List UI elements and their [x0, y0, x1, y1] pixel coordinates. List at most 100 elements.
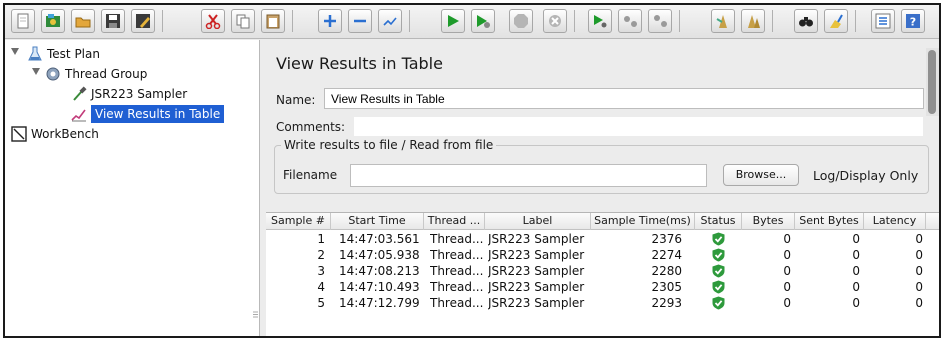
- tree-item-view-results-in-table[interactable]: View Results in Table: [71, 104, 225, 123]
- function-helper-icon[interactable]: [871, 9, 895, 33]
- expand-arrow-icon[interactable]: [11, 48, 19, 55]
- cell-sample-time: 2305: [651, 280, 682, 294]
- cell-sample-time: 2274: [651, 248, 682, 262]
- log-display-only-label[interactable]: Log/Display Only: [813, 168, 918, 183]
- cell-start-time: 14:47:05.938: [339, 248, 420, 262]
- tree-item-label: JSR223 Sampler: [91, 86, 188, 101]
- cell-label: JSR223 Sampler: [488, 264, 585, 278]
- column-header-status[interactable]: Status: [695, 213, 742, 230]
- remote-stop-icon[interactable]: [618, 9, 642, 33]
- graph-icon: [71, 109, 86, 121]
- stop-icon[interactable]: [509, 9, 533, 33]
- start-no-pause-icon[interactable]: [471, 9, 495, 33]
- tree-item-label: View Results in Table: [91, 104, 225, 123]
- expand-icon[interactable]: [318, 9, 342, 33]
- column-header-bytes[interactable]: Bytes: [742, 213, 795, 230]
- cut-icon[interactable]: [201, 9, 225, 33]
- name-field[interactable]: [324, 88, 924, 109]
- cell-sample-number: 4: [317, 280, 325, 294]
- cell-start-time: 14:47:12.799: [339, 296, 420, 310]
- shutdown-icon[interactable]: [543, 9, 567, 33]
- success-shield-icon: [712, 280, 725, 294]
- workbench-icon: [11, 125, 27, 142]
- table-row[interactable]: 3 14:47:08.213 Thread... JSR223 Sampler 2280…: [266, 263, 939, 279]
- column-header-start-time[interactable]: Start Time: [331, 213, 424, 230]
- success-shield-icon: [712, 296, 725, 310]
- success-shield-icon: [712, 232, 725, 246]
- comments-field[interactable]: [353, 116, 924, 137]
- cell-thread: Thread...: [430, 296, 484, 310]
- cell-bytes: 0: [783, 264, 791, 278]
- cell-bytes: 0: [783, 280, 791, 294]
- tree-item-label: Test Plan: [47, 46, 100, 61]
- column-header-sent-bytes[interactable]: Sent Bytes: [795, 213, 864, 230]
- cell-label: JSR223 Sampler: [488, 280, 585, 294]
- remote-start-icon[interactable]: [588, 9, 612, 33]
- cell-label: JSR223 Sampler: [488, 248, 585, 262]
- toolbar: ?: [5, 5, 939, 39]
- tree-item-jsr223-sampler[interactable]: JSR223 Sampler: [71, 84, 187, 103]
- cell-latency: 0: [915, 296, 923, 310]
- tree-item-thread-group[interactable]: Thread Group: [45, 64, 147, 83]
- cell-label: JSR223 Sampler: [488, 296, 585, 310]
- cell-thread: Thread...: [430, 248, 484, 262]
- toggle-icon[interactable]: [378, 9, 402, 33]
- table-row[interactable]: 1 14:47:03.561 Thread... JSR223 Sampler 2376…: [266, 231, 939, 247]
- help-icon[interactable]: ?: [901, 9, 925, 33]
- cell-sample-time: 2376: [651, 232, 682, 246]
- results-panel: View Results in Table Name: Comments: Wr…: [266, 40, 939, 336]
- table-header: Sample # Start Time Thread ... Label Sam…: [266, 213, 939, 230]
- start-icon[interactable]: [441, 9, 465, 33]
- table-row[interactable]: 4 14:47:10.493 Thread... JSR223 Sampler 2305…: [266, 279, 939, 295]
- cell-start-time: 14:47:08.213: [339, 264, 420, 278]
- open-icon[interactable]: [71, 9, 95, 33]
- save-as-icon[interactable]: [131, 9, 155, 33]
- paste-icon[interactable]: [261, 9, 285, 33]
- column-header-sample-time[interactable]: Sample Time(ms): [591, 213, 695, 230]
- cell-thread: Thread...: [430, 264, 484, 278]
- cell-sent-bytes: 0: [852, 232, 860, 246]
- tree-item-label: WorkBench: [31, 126, 99, 141]
- test-plan-icon: [28, 46, 42, 60]
- test-plan-tree: Test Plan Thread Group JSR223 Sampler Vi…: [5, 40, 260, 336]
- cell-thread: Thread...: [430, 280, 484, 294]
- filename-input[interactable]: [350, 164, 707, 187]
- cell-sample-time: 2293: [651, 296, 682, 310]
- expand-arrow-icon[interactable]: [32, 68, 40, 75]
- filename-label: Filename: [283, 168, 338, 182]
- reset-search-icon[interactable]: [824, 9, 848, 33]
- remote-shutdown-icon[interactable]: [648, 9, 672, 33]
- tree-item-test-plan[interactable]: Test Plan: [27, 44, 100, 63]
- browse-button[interactable]: Browse...: [723, 164, 799, 186]
- panel-scrollbar[interactable]: [926, 48, 939, 116]
- table-row[interactable]: 5 14:47:12.799 Thread... JSR223 Sampler 2293…: [266, 295, 939, 311]
- success-shield-icon: [712, 248, 725, 262]
- name-label: Name:: [276, 93, 316, 107]
- column-header-thread[interactable]: Thread ...: [424, 213, 485, 230]
- copy-icon[interactable]: [231, 9, 255, 33]
- column-header-sample-number[interactable]: Sample #: [266, 213, 331, 230]
- cell-bytes: 0: [783, 296, 791, 310]
- column-header-label[interactable]: Label: [485, 213, 591, 230]
- column-header-latency[interactable]: Latency: [864, 213, 926, 230]
- success-shield-icon: [712, 264, 725, 278]
- search-icon[interactable]: [794, 9, 818, 33]
- new-template-icon[interactable]: [11, 9, 35, 33]
- save-icon[interactable]: [101, 9, 125, 33]
- cell-sample-number: 3: [317, 264, 325, 278]
- tree-item-workbench[interactable]: WorkBench: [11, 124, 99, 143]
- cell-sample-number: 2: [317, 248, 325, 262]
- clear-icon[interactable]: [711, 9, 735, 33]
- tree-item-label: Thread Group: [65, 66, 148, 81]
- cell-start-time: 14:47:10.493: [339, 280, 420, 294]
- results-table: Sample # Start Time Thread ... Label Sam…: [266, 212, 939, 336]
- templates-icon[interactable]: [41, 9, 65, 33]
- scrollbar-thumb[interactable]: [928, 50, 936, 114]
- table-row[interactable]: 2 14:47:05.938 Thread... JSR223 Sampler 2274…: [266, 247, 939, 263]
- splitter-grip-icon[interactable]: [252, 310, 259, 319]
- cell-sent-bytes: 0: [852, 248, 860, 262]
- cell-sample-number: 1: [317, 232, 325, 246]
- clear-all-icon[interactable]: [741, 9, 765, 33]
- collapse-icon[interactable]: [348, 9, 372, 33]
- cell-sample-number: 5: [317, 296, 325, 310]
